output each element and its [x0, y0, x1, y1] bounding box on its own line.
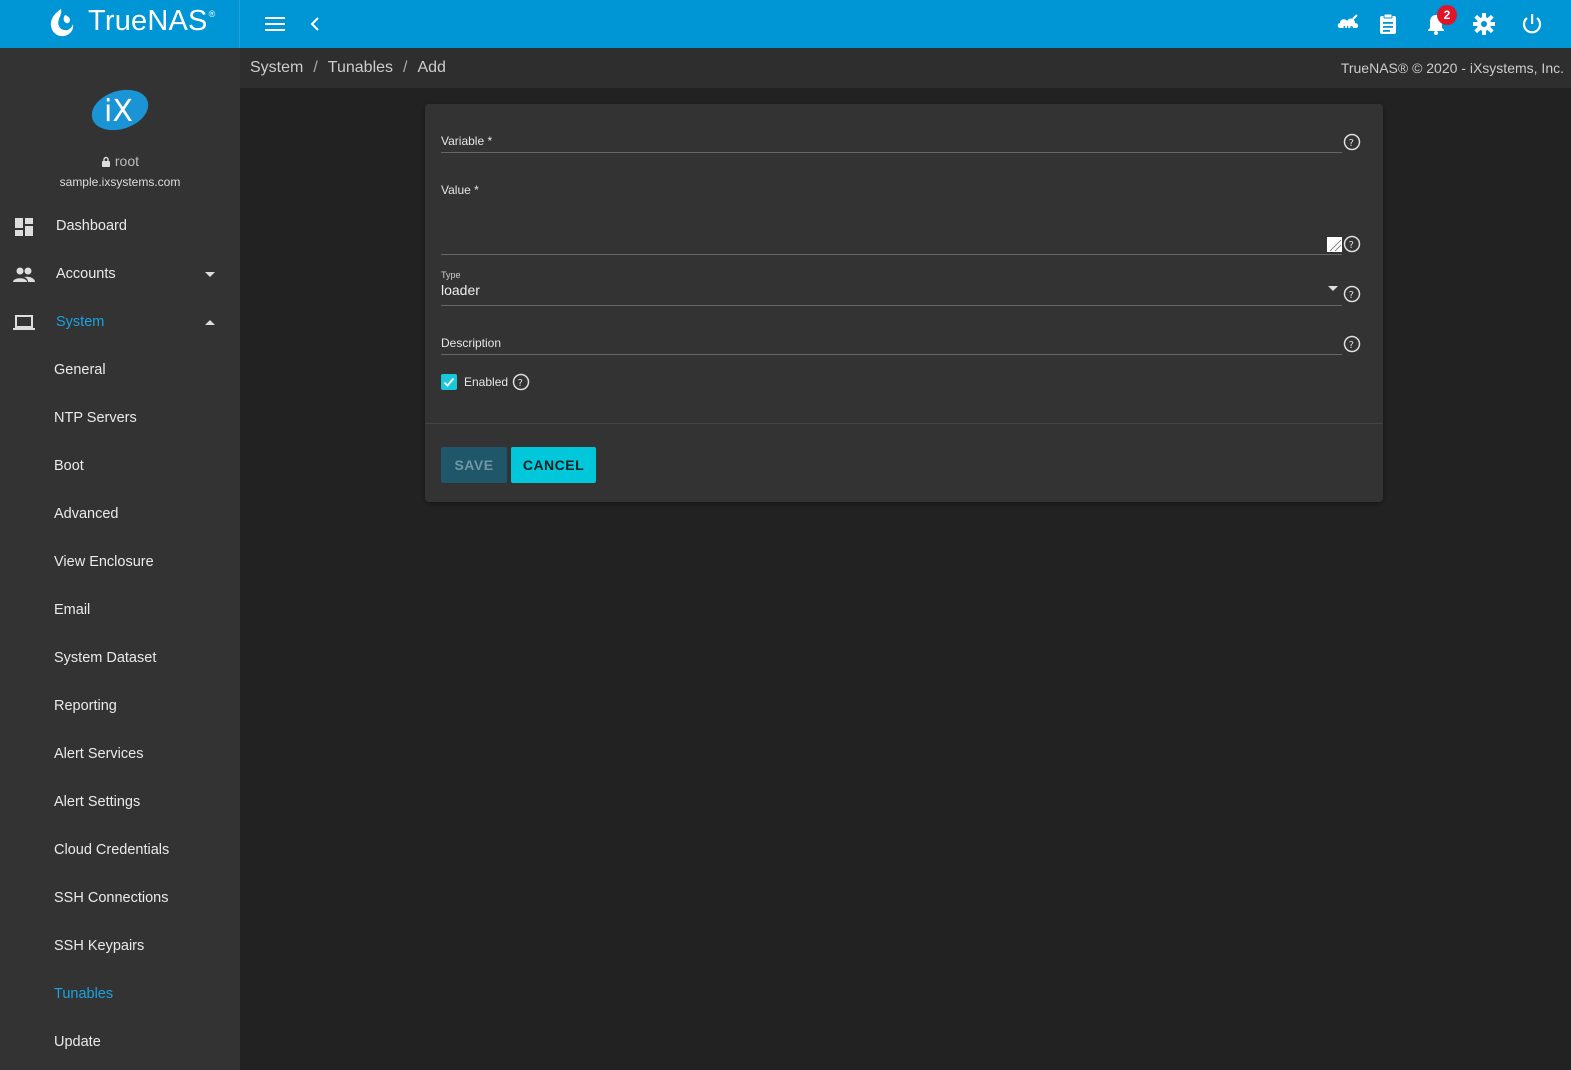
resize-handle-icon[interactable] [1327, 237, 1342, 252]
save-button[interactable]: SAVE [441, 447, 507, 483]
breadcrumb-separator: / [403, 59, 408, 76]
sidebar-item-update[interactable]: Update [0, 1019, 240, 1067]
nav-accounts[interactable]: Accounts [0, 251, 240, 299]
checkmark-icon [443, 377, 455, 387]
nav-system-label: System [56, 314, 105, 330]
sidebar-item-reporting[interactable]: Reporting [0, 683, 240, 731]
sidebar-item-general[interactable]: General [0, 347, 240, 395]
sidebar-item-email[interactable]: Email [0, 587, 240, 635]
sidebar-item-label: Update [54, 1034, 101, 1050]
sidebar-item-tunables[interactable]: Tunables [0, 971, 240, 1019]
notification-count-badge: 2 [1437, 5, 1457, 25]
sidebar-item-label: Cloud Credentials [54, 842, 170, 858]
sidebar-item-system-dataset[interactable]: System Dataset [0, 635, 240, 683]
power-icon[interactable] [1520, 12, 1544, 36]
sidebar-item-boot[interactable]: Boot [0, 443, 240, 491]
breadcrumb-add: Add [417, 59, 446, 76]
svg-text:?: ? [1349, 290, 1354, 301]
sidebar-item-label: Email [54, 602, 91, 618]
breadcrumb-separator: / [313, 59, 318, 76]
cancel-button[interactable]: CANCEL [511, 447, 596, 483]
type-underline [441, 305, 1342, 306]
svg-text:?: ? [518, 378, 523, 389]
chevron-down-icon [1328, 286, 1338, 291]
sidebar-item-label: Alert Settings [54, 794, 141, 810]
value-label: Value * [441, 183, 479, 197]
sidebar-item-label: Advanced [54, 506, 119, 522]
sidebar-item-view-enclosure[interactable]: View Enclosure [0, 539, 240, 587]
nav-accounts-label: Accounts [56, 266, 116, 282]
sidebar-item-alert-settings[interactable]: Alert Settings [0, 779, 240, 827]
form-divider [425, 423, 1383, 424]
help-circle-icon[interactable]: ? [1343, 335, 1361, 353]
description-field[interactable]: Description [441, 336, 1342, 355]
tunable-form-card: Variable * ? Value * ? Type loader ? Des… [425, 104, 1383, 502]
clipboard-icon[interactable] [1376, 12, 1400, 36]
nav-dashboard-label: Dashboard [56, 218, 127, 234]
breadcrumb-system[interactable]: System [250, 59, 303, 76]
breadcrumb: System / Tunables / Add [250, 59, 446, 77]
sidebar: iX root sample.ixsystems.com Dashboard A… [0, 48, 240, 1070]
sidebar-item-label: SSH Connections [54, 890, 169, 906]
chevron-left-icon[interactable] [303, 12, 327, 36]
laptop-icon [13, 315, 35, 330]
people-icon [13, 267, 35, 282]
sidebar-item-label: View Enclosure [54, 554, 154, 570]
truenas-logo-icon [50, 9, 74, 37]
logo-area: TrueNAS® [0, 0, 240, 48]
nav-system[interactable]: System [0, 299, 240, 347]
sidebar-item-label: NTP Servers [54, 410, 137, 426]
svg-text:?: ? [1349, 138, 1354, 149]
variable-field[interactable]: Variable * [441, 134, 1342, 153]
variable-underline [441, 152, 1342, 153]
sidebar-item-label: Tunables [54, 986, 114, 1002]
description-label: Description [441, 336, 502, 350]
sidebar-item-ntp-servers[interactable]: NTP Servers [0, 395, 240, 443]
nav-dashboard[interactable]: Dashboard [0, 203, 240, 251]
breadcrumb-bar: System / Tunables / Add TrueNAS® © 2020 - iX… [240, 48, 1571, 88]
type-label: Type [441, 270, 461, 280]
sidebar-item-alert-services[interactable]: Alert Services [0, 731, 240, 779]
sidebar-item-cloud-credentials[interactable]: Cloud Credentials [0, 827, 240, 875]
hamburger-menu-icon[interactable] [263, 12, 287, 36]
help-circle-icon[interactable]: ? [1343, 133, 1361, 151]
brand-name: TrueNAS® [88, 5, 216, 37]
user-name: root [0, 153, 240, 169]
description-underline [441, 354, 1342, 355]
help-circle-icon[interactable]: ? [512, 373, 530, 391]
copyright-text: TrueNAS® © 2020 - iXsystems, Inc. [1340, 60, 1564, 76]
sidebar-item-ssh-connections[interactable]: SSH Connections [0, 875, 240, 923]
value-underline [441, 254, 1342, 255]
enabled-label: Enabled [464, 375, 509, 389]
help-circle-icon[interactable]: ? [1343, 285, 1361, 303]
sidebar-item-label: System Dataset [54, 650, 157, 666]
svg-text:?: ? [1349, 340, 1354, 351]
enabled-checkbox[interactable] [441, 374, 457, 390]
top-toolbar: TrueNAS® HA 2 [0, 0, 1571, 48]
ha-status-icon[interactable]: HA [1336, 12, 1360, 36]
type-selected-value: loader [441, 282, 480, 298]
help-circle-icon[interactable]: ? [1343, 235, 1361, 253]
gear-icon[interactable] [1472, 12, 1496, 36]
hostname: sample.ixsystems.com [59, 175, 181, 189]
expand-caret-icon [205, 272, 215, 277]
svg-text:iX: iX [104, 94, 133, 129]
dashboard-icon [15, 218, 33, 236]
sidebar-item-advanced[interactable]: Advanced [0, 491, 240, 539]
ix-logo: iX [91, 89, 149, 131]
svg-text:?: ? [1349, 240, 1354, 251]
sidebar-item-ssh-keypairs[interactable]: SSH Keypairs [0, 923, 240, 971]
value-textarea[interactable]: Value * [441, 183, 1342, 255]
lock-icon [101, 156, 110, 167]
sidebar-item-label: General [54, 362, 106, 378]
type-select[interactable]: Type loader [441, 270, 1342, 306]
sidebar-item-label: Alert Services [54, 746, 144, 762]
sidebar-item-label: Boot [54, 458, 84, 474]
variable-label: Variable * [441, 134, 493, 148]
breadcrumb-tunables[interactable]: Tunables [328, 59, 393, 76]
collapse-caret-icon [205, 320, 215, 325]
sidebar-item-label: Reporting [54, 698, 117, 714]
svg-text:HA: HA [1343, 25, 1355, 33]
sidebar-item-label: SSH Keypairs [54, 938, 145, 954]
